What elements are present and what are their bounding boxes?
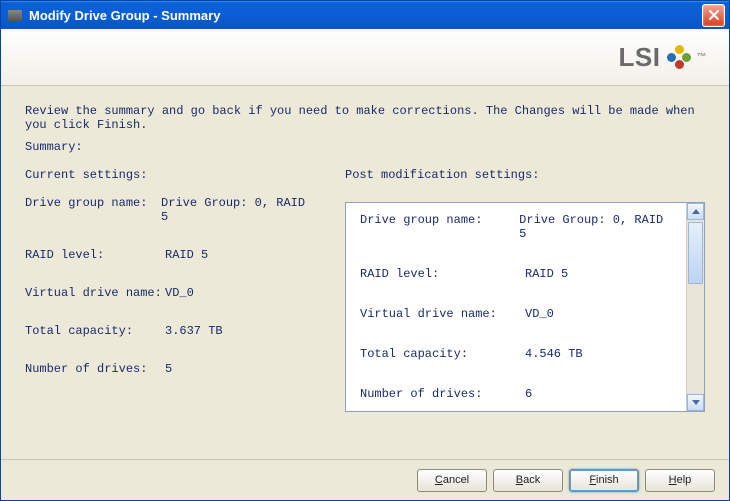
- content-area: Review the summary and go back if you ne…: [1, 86, 729, 459]
- current-capacity-row: Total capacity: 3.637 TB: [25, 324, 315, 338]
- close-button[interactable]: [702, 4, 725, 27]
- post-drive-group-row: Drive group name: Drive Group: 0, RAID 5: [360, 213, 672, 241]
- back-button[interactable]: Back: [493, 469, 563, 492]
- post-drives-row: Number of drives: 6: [360, 387, 672, 401]
- field-value: VD_0: [165, 286, 194, 300]
- field-value: Drive Group: 0, RAID 5: [161, 196, 315, 224]
- field-value: 6: [525, 387, 532, 401]
- close-icon: [708, 9, 720, 21]
- field-value: 5: [165, 362, 172, 376]
- field-label: Drive group name:: [25, 196, 161, 224]
- field-label: RAID level:: [25, 248, 165, 262]
- field-value: Drive Group: 0, RAID 5: [519, 213, 672, 241]
- logo-bar: LSI ™: [1, 29, 729, 86]
- current-vd-name-row: Virtual drive name: VD_0: [25, 286, 315, 300]
- post-settings-listbox: Drive group name: Drive Group: 0, RAID 5…: [345, 202, 705, 412]
- field-label: Number of drives:: [360, 387, 525, 401]
- current-settings-panel: Current settings: Drive group name: Driv…: [25, 168, 315, 412]
- post-vd-name-row: Virtual drive name: VD_0: [360, 307, 672, 321]
- scroll-track[interactable]: [687, 220, 704, 394]
- post-settings-panel: Post modification settings: Drive group …: [345, 168, 705, 412]
- app-icon: [7, 7, 23, 23]
- brand-logo: LSI ™: [619, 42, 707, 73]
- scrollbar[interactable]: [686, 203, 704, 411]
- titlebar: Modify Drive Group - Summary: [1, 1, 729, 29]
- finish-button[interactable]: Finish: [569, 469, 639, 492]
- button-bar: Cancel Back Finish Help: [1, 459, 729, 500]
- chevron-down-icon: [692, 400, 700, 405]
- field-value: 4.546 TB: [525, 347, 583, 361]
- field-label: Virtual drive name:: [25, 286, 165, 300]
- field-label: Number of drives:: [25, 362, 165, 376]
- field-label: Drive group name:: [360, 213, 519, 241]
- field-label: Virtual drive name:: [360, 307, 525, 321]
- field-value: 3.637 TB: [165, 324, 223, 338]
- brand-logo-icon: [667, 45, 691, 69]
- field-label: Total capacity:: [25, 324, 165, 338]
- summary-label: Summary:: [25, 140, 705, 154]
- scroll-thumb[interactable]: [688, 222, 703, 284]
- help-button[interactable]: Help: [645, 469, 715, 492]
- field-value: RAID 5: [525, 267, 568, 281]
- instruction-text: Review the summary and go back if you ne…: [25, 104, 705, 132]
- post-settings-content: Drive group name: Drive Group: 0, RAID 5…: [346, 203, 686, 411]
- current-settings-heading: Current settings:: [25, 168, 315, 182]
- post-settings-heading: Post modification settings:: [345, 168, 705, 182]
- field-value: VD_0: [525, 307, 554, 321]
- field-label: Total capacity:: [360, 347, 525, 361]
- post-capacity-row: Total capacity: 4.546 TB: [360, 347, 672, 361]
- current-raid-level-row: RAID level: RAID 5: [25, 248, 315, 262]
- btn-help-rest: elp: [677, 474, 692, 486]
- field-label: RAID level:: [360, 267, 525, 281]
- current-drives-row: Number of drives: 5: [25, 362, 315, 376]
- btn-finish-rest: inish: [596, 474, 619, 486]
- scroll-down-button[interactable]: [687, 394, 704, 411]
- trademark-icon: ™: [697, 52, 708, 63]
- btn-cancel-rest: ancel: [443, 474, 469, 486]
- window-title: Modify Drive Group - Summary: [29, 8, 702, 23]
- field-value: RAID 5: [165, 248, 208, 262]
- dialog-window: Modify Drive Group - Summary LSI ™ Revie…: [0, 0, 730, 501]
- current-drive-group-row: Drive group name: Drive Group: 0, RAID 5: [25, 196, 315, 224]
- cancel-button[interactable]: Cancel: [417, 469, 487, 492]
- brand-logo-text: LSI: [619, 42, 661, 73]
- chevron-up-icon: [692, 209, 700, 214]
- scroll-up-button[interactable]: [687, 203, 704, 220]
- post-raid-level-row: RAID level: RAID 5: [360, 267, 672, 281]
- btn-back-rest: ack: [523, 474, 540, 486]
